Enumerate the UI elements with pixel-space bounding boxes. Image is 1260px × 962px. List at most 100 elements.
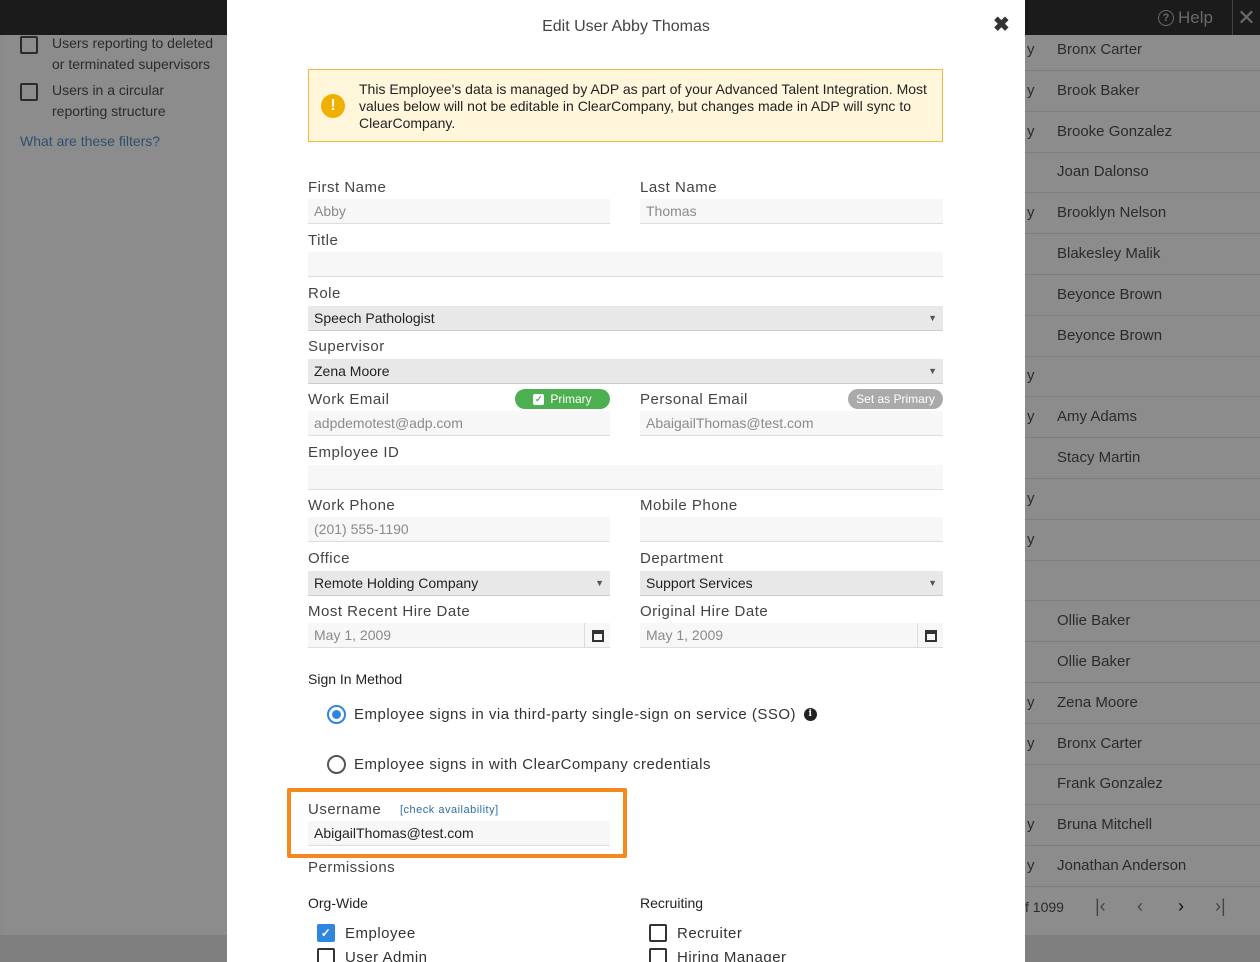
filter-label: or terminated supervisors	[52, 56, 210, 72]
recent-hire-value: May 1, 2009	[314, 627, 392, 643]
permission-recruiter[interactable]: Recruiter	[649, 924, 742, 942]
recent-hire-date-field[interactable]: May 1, 2009	[308, 623, 610, 648]
row-cell-fragment: y	[1027, 367, 1035, 385]
user-row[interactable]: Stacy Martin	[1025, 438, 1260, 479]
first-page-icon[interactable]: |‹	[1095, 896, 1106, 917]
filter-label: reporting structure	[52, 103, 166, 119]
permission-label: Employee	[345, 924, 416, 942]
user-row[interactable]: y Bruna Mitchell	[1025, 805, 1260, 847]
filters-panel	[5, 35, 227, 935]
personal-email-label: Personal Email	[640, 391, 748, 408]
user-row[interactable]: Ollie Baker	[1025, 601, 1260, 643]
user-row[interactable]: Beyonce Brown	[1025, 275, 1260, 316]
sso-radio[interactable]	[327, 705, 346, 724]
what-are-filters-link[interactable]: What are these filters?	[20, 133, 160, 149]
permission-label: Hiring Manager	[677, 948, 787, 962]
prev-page-icon[interactable]: ‹	[1137, 896, 1143, 917]
supervisor-name: Joan Dalonso	[1057, 163, 1149, 181]
original-hire-date-field[interactable]: May 1, 2009	[640, 623, 943, 648]
user-row[interactable]: y Brooke Gonzalez	[1025, 112, 1260, 153]
supervisor-name: Amy Adams	[1057, 408, 1138, 426]
work-email-field[interactable]: adpdemotest@adp.com	[308, 411, 610, 436]
calendar-icon[interactable]	[917, 623, 943, 648]
checkbox[interactable]	[317, 948, 335, 962]
clearcompany-credentials-option[interactable]: Employee signs in with ClearCompany cred…	[327, 755, 711, 774]
first-name-field[interactable]: Abby	[308, 199, 610, 224]
work-phone-field[interactable]: (201) 555-1190	[308, 517, 610, 542]
supervisor-select[interactable]: Zena Moore ▼	[308, 359, 943, 384]
help-link[interactable]: ? Help	[1158, 8, 1213, 28]
user-row[interactable]: y Bronx Carter	[1025, 724, 1260, 765]
row-cell-fragment: y	[1027, 204, 1035, 222]
row-cell-fragment: y	[1027, 489, 1035, 507]
set-as-primary-button[interactable]: Set as Primary	[848, 389, 943, 409]
permission-hiring-manager[interactable]: Hiring Manager	[649, 948, 787, 962]
next-page-icon[interactable]: ›	[1178, 896, 1184, 917]
recent-hire-label: Most Recent Hire Date	[308, 603, 471, 620]
credentials-radio[interactable]	[327, 755, 346, 774]
user-row[interactable]: Frank Gonzalez	[1025, 764, 1260, 806]
permission-label: Recruiter	[677, 924, 743, 942]
row-cell-fragment: y	[1027, 122, 1035, 140]
supervisor-name: Ollie Baker	[1057, 653, 1131, 670]
title-field[interactable]	[308, 252, 943, 277]
role-value: Speech Pathologist	[314, 310, 435, 326]
sso-label: Employee signs in via third-party single…	[354, 706, 796, 723]
work-phone-label: Work Phone	[308, 497, 396, 514]
user-row[interactable]: y Zena Moore	[1025, 683, 1260, 724]
office-select[interactable]: Remote Holding Company ▼	[308, 571, 610, 596]
alert-text: This Employee's data is managed by ADP a…	[359, 81, 927, 131]
filter-deleted-supervisors[interactable]: Users reporting to deleted or terminated …	[20, 33, 213, 75]
primary-badge-label: Primary	[550, 392, 592, 406]
permission-user-admin[interactable]: User Admin	[317, 948, 428, 962]
role-select[interactable]: Speech Pathologist ▼	[308, 306, 943, 331]
modal-close-icon[interactable]: ✖	[993, 12, 1010, 37]
user-row[interactable]: y	[1025, 520, 1260, 561]
user-row[interactable]: Beyonce Brown	[1025, 316, 1260, 357]
personal-email-field[interactable]: AbaigailThomas@test.com	[640, 411, 943, 436]
checkbox[interactable]	[20, 36, 38, 54]
user-row[interactable]: y Brook Baker	[1025, 71, 1260, 112]
user-row[interactable]: y	[1025, 479, 1260, 520]
supervisor-name: Beyonce Brown	[1057, 326, 1163, 344]
user-row[interactable]: y Jonathan Anderson	[1025, 846, 1260, 887]
user-row[interactable]: Ollie Baker	[1025, 642, 1260, 683]
filter-circular-structure[interactable]: Users in a circular reporting structure	[20, 80, 166, 122]
supervisor-name: Bronx Carter	[1057, 41, 1143, 58]
checkbox[interactable]	[649, 948, 667, 962]
adp-alert: ! This Employee's data is managed by ADP…	[308, 69, 943, 142]
supervisor-name: Bronx Carter	[1057, 734, 1143, 752]
primary-badge[interactable]: ✓ Primary	[515, 389, 610, 409]
calendar-icon[interactable]	[584, 623, 610, 648]
last-page-icon[interactable]: ›|	[1215, 896, 1226, 917]
chevron-down-icon: ▼	[595, 578, 604, 588]
info-icon[interactable]: i	[804, 708, 817, 721]
title-label: Title	[308, 232, 339, 249]
modal-title: Edit User Abby Thomas	[542, 18, 710, 35]
checkbox[interactable]	[649, 924, 667, 942]
user-row[interactable]: y Bronx Carter	[1025, 30, 1260, 71]
role-label: Role	[308, 285, 341, 302]
checkbox[interactable]	[20, 83, 38, 101]
mobile-phone-field[interactable]	[640, 517, 943, 542]
sign-in-method-title: Sign In Method	[308, 671, 403, 687]
user-row[interactable]: Blakesley Malik	[1025, 234, 1260, 275]
user-row[interactable]	[1025, 560, 1260, 602]
department-select[interactable]: Support Services ▼	[640, 571, 943, 596]
user-row[interactable]: y	[1025, 356, 1260, 398]
chevron-down-icon: ▼	[928, 313, 937, 323]
work-email-label: Work Email	[308, 391, 390, 408]
user-row[interactable]: y Amy Adams	[1025, 397, 1260, 439]
username-highlight	[287, 788, 627, 858]
permission-employee[interactable]: ✓ Employee	[317, 924, 416, 942]
checkbox-checked[interactable]: ✓	[317, 924, 335, 942]
filter-label: Users in a circular	[52, 82, 165, 98]
last-name-field[interactable]: Thomas	[640, 199, 943, 224]
employee-id-field[interactable]	[308, 465, 943, 490]
row-cell-fragment: y	[1027, 81, 1035, 99]
user-row[interactable]: Joan Dalonso	[1025, 152, 1260, 194]
warning-icon: !	[321, 94, 345, 118]
supervisor-value: Zena Moore	[314, 363, 390, 379]
sso-option[interactable]: Employee signs in via third-party single…	[327, 705, 817, 724]
user-row[interactable]: y Brooklyn Nelson	[1025, 193, 1260, 235]
